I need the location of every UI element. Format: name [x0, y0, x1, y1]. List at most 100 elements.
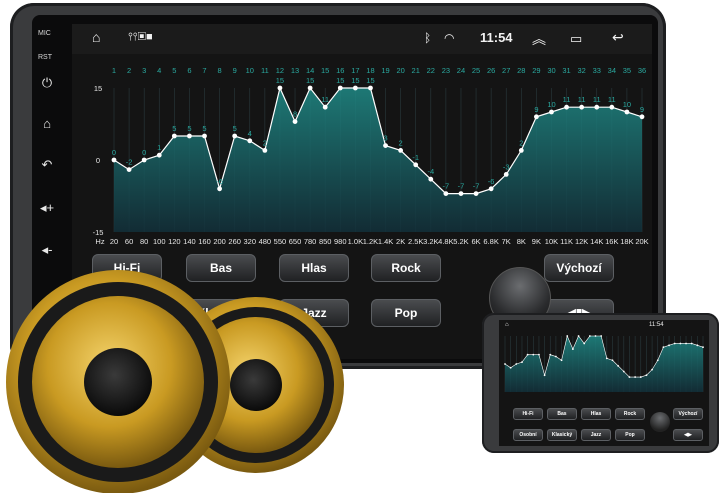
band-number: 3 [142, 66, 146, 75]
eq-point [532, 353, 535, 356]
chevron-up-icon[interactable]: ︽ [532, 29, 546, 49]
band-number: 10 [246, 66, 254, 75]
eq-point [624, 109, 630, 115]
eq-point [515, 363, 518, 365]
eq-point [609, 104, 615, 110]
frequency-label: 3.2K [423, 237, 438, 246]
eq-point-label: -6 [488, 177, 495, 186]
tablet-pop-button: Pop [615, 429, 645, 441]
eq-point [156, 152, 162, 158]
eq-point-label: 5 [172, 124, 176, 133]
eq-point [322, 104, 328, 110]
eq-point [307, 85, 313, 91]
eq-point [443, 191, 449, 197]
eq-point [171, 133, 177, 139]
eq-point [277, 85, 283, 91]
eq-point [111, 157, 117, 163]
preset-default-button[interactable]: Výchozí [544, 254, 614, 282]
frequency-label: 12K [575, 237, 588, 246]
home-icon[interactable]: ⌂ [39, 116, 55, 132]
band-number: 21 [412, 66, 420, 75]
eq-point-label: 2 [399, 138, 403, 147]
frequency-label: 100 [153, 237, 166, 246]
back-icon[interactable]: ↶ [39, 157, 55, 173]
eq-point [564, 104, 569, 110]
eq-point-label: 4 [248, 129, 252, 138]
recent-apps-icon[interactable]: ▭ [570, 31, 582, 47]
band-number: 29 [532, 66, 540, 75]
return-icon[interactable]: ↩ [612, 29, 624, 46]
power-icon[interactable]: ⏻ [39, 75, 55, 91]
frequency-label: 850 [319, 237, 332, 246]
eq-point-label: 5 [187, 124, 191, 133]
eq-point [685, 342, 687, 345]
frequency-label: 80 [140, 237, 148, 246]
band-number: 8 [218, 66, 222, 75]
tablet-hifi-button: Hi-Fi [513, 408, 543, 420]
volume-up-icon[interactable]: ◂+ [39, 200, 55, 216]
eq-point-label: -1 [412, 153, 419, 162]
equalizer-graph[interactable]: 0-2015 5 5-6542158151115 15 1532-1-4-7 -7 -7-6… [72, 56, 652, 256]
band-number: 30 [547, 66, 555, 75]
band-number: 19 [381, 66, 389, 75]
eq-point-label: 9 [640, 105, 644, 114]
status-bar: ⌂ ⫯⫯▣■ ᛒ ◠ 11:54 ︽ ▭ ↩ [72, 24, 652, 54]
preset-rock-button[interactable]: Rock [371, 254, 441, 282]
frequency-label: 14K [590, 237, 603, 246]
eq-point [187, 133, 192, 139]
eq-point [639, 376, 642, 378]
eq-point-label: -7 [443, 182, 450, 191]
eq-point [337, 85, 343, 91]
eq-point-label: 3 [383, 134, 387, 143]
frequency-label: 5.2K [453, 237, 468, 246]
eq-point-label: 10 [547, 100, 555, 109]
eq-point-label: 11 [578, 95, 586, 104]
band-number: 36 [638, 66, 646, 75]
eq-point [583, 342, 586, 345]
tablet-home-icon: ⌂ [505, 322, 509, 328]
preset-pop-button[interactable]: Pop [371, 299, 441, 327]
frequency-label: 550 [274, 237, 287, 246]
band-number: 7 [202, 66, 206, 75]
frequency-label: 20K [635, 237, 648, 246]
band-number: 25 [472, 66, 480, 75]
tablet-equalizer-graph [504, 335, 704, 392]
eq-point [202, 133, 207, 139]
frequency-label: 200 [213, 237, 226, 246]
frequency-label: 780 [304, 237, 317, 246]
frequency-label: 140 [183, 237, 196, 246]
eq-point [549, 109, 554, 115]
speaker-large [6, 270, 230, 493]
band-number: 23 [442, 66, 450, 75]
band-number: 20 [396, 66, 404, 75]
eq-point-label: 0 [112, 148, 116, 157]
eq-point-label: 9 [534, 105, 538, 114]
home-nav-icon[interactable]: ⌂ [92, 29, 100, 45]
eq-point-label: 15 [336, 76, 344, 85]
eq-point [622, 370, 625, 373]
eq-point-label: 8 [293, 110, 297, 119]
frequency-label: 4.8K [438, 237, 453, 246]
frequency-label: 2.5K [408, 237, 423, 246]
eq-point-label: 15 [366, 76, 374, 85]
eq-point [690, 342, 693, 345]
eq-point-label: 11 [608, 95, 616, 104]
band-number: 12 [276, 66, 284, 75]
y-axis-label: 15 [94, 84, 102, 93]
eq-point [473, 191, 479, 197]
frequency-label: 160 [198, 237, 211, 246]
frequency-label: 6.8K [483, 237, 498, 246]
volume-down-icon[interactable]: ◂- [39, 242, 55, 258]
eq-point-label: -2 [126, 158, 133, 167]
eq-point-label: 0 [142, 148, 146, 157]
eq-point-label: -4 [427, 167, 434, 176]
eq-point-label: 15 [276, 76, 284, 85]
eq-point [628, 376, 631, 378]
eq-point-label: 11 [593, 95, 601, 104]
usb-icon: ⫯⫯▣■ [128, 31, 153, 43]
eq-point [538, 353, 540, 356]
eq-point-label: 5 [202, 124, 206, 133]
tablet-preview: ⌂ 11:54 Hi-Fi Bas Hlas Rock Výchozí Osob… [482, 313, 719, 453]
band-number: 31 [562, 66, 570, 75]
eq-point [617, 364, 620, 367]
